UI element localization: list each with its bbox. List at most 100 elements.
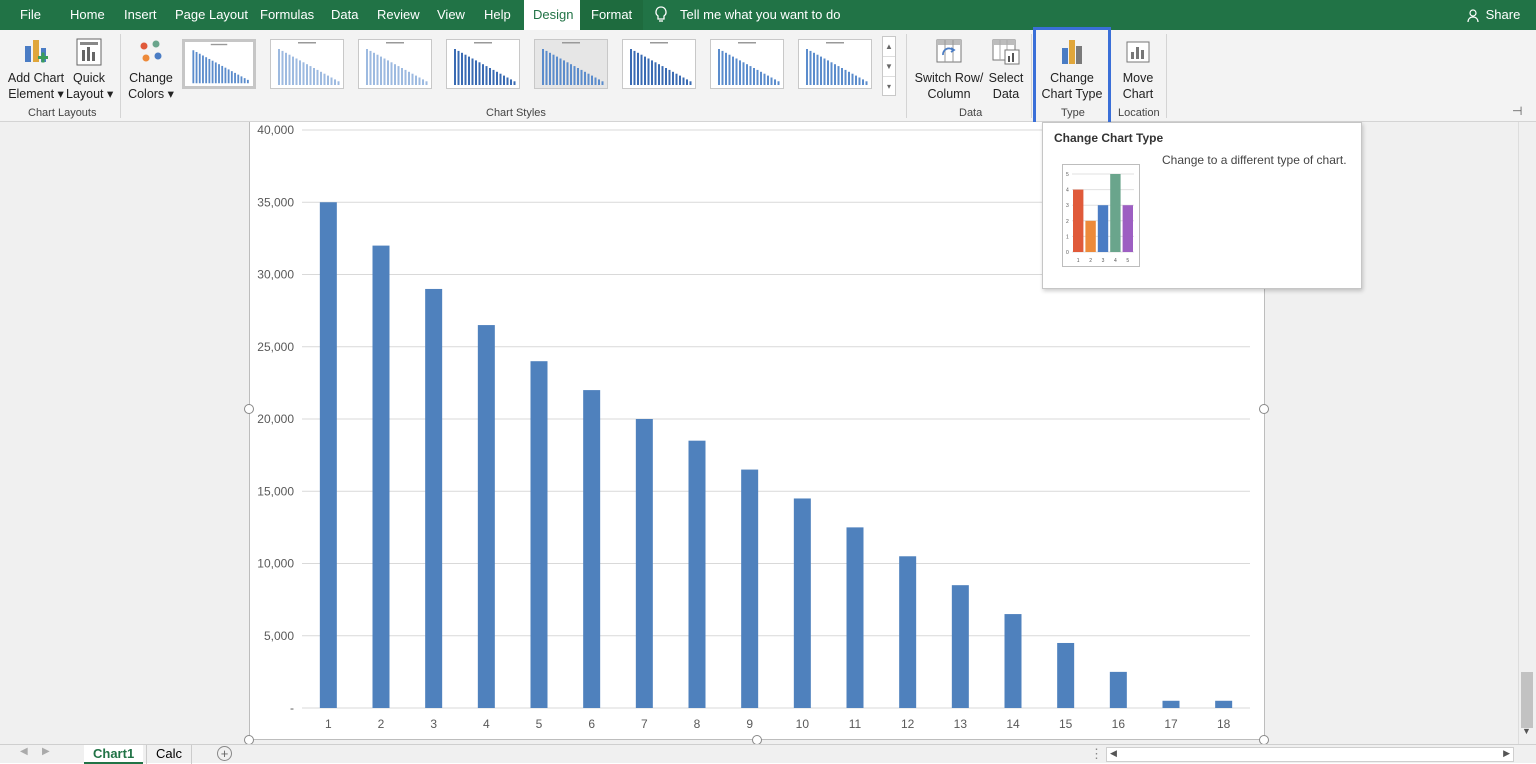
x-tick-label: 15 [1059,717,1073,731]
sheet-tab-chart1[interactable]: Chart1 [84,745,144,764]
splitter-icon[interactable]: ⋮ [1090,746,1103,762]
bar-12[interactable] [899,556,917,708]
chart-style-8[interactable] [798,39,872,89]
menu-tab-review[interactable]: Review [377,0,420,30]
quick-layout-button[interactable]: Quick Layout ▾ [66,36,114,102]
menu-tab-design[interactable]: Design [524,0,583,30]
menu-tab-file[interactable]: File [20,0,41,30]
scroll-left-icon[interactable]: ◀ [20,746,28,757]
chart-style-6[interactable] [622,39,696,89]
menu-tab-formulas[interactable]: Formulas [260,0,314,30]
preview-bar-2 [1085,220,1096,252]
preview-x-tick: 2 [1089,258,1092,264]
move-chart-icon [1126,41,1150,63]
resize-handle-left[interactable] [244,404,254,414]
x-tick-label: 14 [1006,717,1020,731]
add-chart-element-button[interactable]: Add Chart Element ▾ [6,36,66,102]
vertical-scrollbar[interactable]: ▼ [1518,122,1536,744]
hscroll-right-icon[interactable]: ▶ [1503,748,1510,759]
chart-style-3[interactable] [358,39,432,89]
resize-handle-right[interactable] [1259,404,1269,414]
menu-tab-data[interactable]: Data [331,0,358,30]
chart-style-7[interactable] [710,39,784,89]
gallery-scroll[interactable]: ▲ ▼ ▾ [882,36,896,96]
menu-tab-help[interactable]: Help [484,0,511,30]
menu-tab-home[interactable]: Home [70,0,105,30]
quick-layout-line1: Quick [73,71,105,85]
scroll-right-icon[interactable]: ▶ [42,746,50,757]
menu-tab-view[interactable]: View [437,0,465,30]
change-colors-line2: Colors [128,87,165,101]
bar-14[interactable] [1004,614,1022,708]
share-button[interactable]: Share [1466,0,1520,30]
person-icon [1467,8,1479,22]
dropdown-arrow-icon: ▾ [103,87,114,101]
scroll-down-icon[interactable]: ▼ [1522,726,1531,736]
change-colors-button[interactable]: Change Colors ▾ [126,36,176,102]
bar-13[interactable] [951,585,969,708]
change-chart-type-button[interactable]: Change Chart Type [1038,36,1106,102]
x-tick-label: 18 [1217,717,1231,731]
bar-3[interactable] [425,288,443,708]
menu-tab-format[interactable]: Format [580,0,644,30]
group-separator [1031,34,1032,118]
pin-ribbon-icon[interactable]: ⊣ [1512,104,1522,118]
bar-18[interactable] [1215,700,1233,708]
tooltip-title: Change Chart Type [1054,131,1164,145]
bar-9[interactable] [741,469,759,708]
gallery-more-icon[interactable]: ▾ [883,77,895,97]
tooltip-chart-preview: 0 1 2 3 4 5 1 2 3 4 5 [1062,164,1140,267]
bar-6[interactable] [583,390,601,708]
bar-11[interactable] [846,527,864,708]
menu-tab-insert[interactable]: Insert [124,0,157,30]
menu-bar: File Home Insert Page Layout Formulas Data Rev… [0,0,1536,30]
chart-style-4[interactable] [446,39,520,89]
move-chart-line2: Chart [1122,87,1154,101]
tell-me-search[interactable]: Tell me what you want to do [680,0,840,30]
x-tick-label: 16 [1112,717,1126,731]
bar-7[interactable] [635,419,653,708]
y-tick-label: 20,000 [257,412,294,426]
chart-style-5[interactable] [534,39,608,89]
horizontal-scrollbar[interactable]: ◀ ▶ [1106,747,1514,762]
dropdown-arrow-icon: ▾ [164,87,174,101]
quick-layout-icon [76,38,102,66]
group-separator [906,34,907,118]
sheet-tab-calc[interactable]: Calc [146,745,193,764]
bar-2[interactable] [372,245,390,708]
menu-tab-page-layout[interactable]: Page Layout [175,0,248,30]
y-tick-label: - [290,701,294,715]
y-tick-label: 15,000 [257,484,294,498]
change-colors-line1: Change [129,71,173,85]
x-tick-label: 11 [849,717,862,731]
x-tick-label: 9 [746,717,753,731]
move-chart-line1: Move [1122,71,1154,85]
change-chart-type-line1: Change [1050,71,1094,85]
sheet-tab-bar: ◀ ▶ Chart1 Calc + ⋮ ◀ ▶ [0,744,1536,764]
chart-style-2[interactable] [270,39,344,89]
bar-8[interactable] [688,440,706,708]
scrollbar-thumb[interactable] [1521,672,1533,728]
add-sheet-icon[interactable]: + [217,746,232,761]
group-label-location: Location [1118,107,1160,119]
preview-y-tick: 4 [1066,188,1069,194]
gallery-down-icon[interactable]: ▼ [883,57,895,77]
bar-10[interactable] [793,498,811,708]
bar-16[interactable] [1109,671,1127,708]
add-chart-element-line1: Add Chart [7,71,65,85]
x-tick-label: 12 [901,717,915,731]
gallery-up-icon[interactable]: ▲ [883,37,895,57]
x-tick-label: 2 [378,717,385,731]
hscroll-left-icon[interactable]: ◀ [1110,748,1117,759]
chart-style-1[interactable] [182,39,256,89]
bar-4[interactable] [477,325,495,708]
switch-row-column-button[interactable]: Switch Row/ Column [914,36,984,102]
x-tick-label: 17 [1164,717,1178,731]
bar-5[interactable] [530,361,548,708]
move-chart-button[interactable]: Move Chart [1116,36,1160,102]
bar-17[interactable] [1162,700,1180,708]
preview-y-tick: 2 [1066,219,1069,225]
select-data-button[interactable]: Select Data [984,36,1028,102]
bar-15[interactable] [1057,642,1075,708]
bar-1[interactable] [319,202,337,708]
